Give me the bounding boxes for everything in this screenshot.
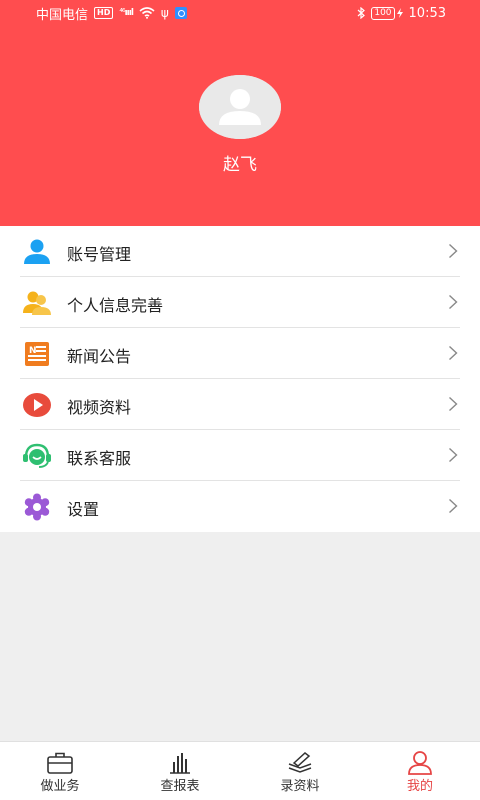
menu-label: 联系客服 [67,449,132,468]
app-notification-icon [174,7,187,19]
tab-record-data[interactable]: 录资料 [240,742,360,800]
user-name: 赵飞 [223,155,257,175]
chevron-right-icon [449,396,458,412]
news-icon: N [25,342,49,366]
profile-header: 赵飞 [0,0,480,226]
settings-gear-icon [24,493,50,521]
tab-label: 录资料 [280,779,320,794]
default-avatar-icon [199,75,281,139]
menu-item-customer-service[interactable]: 联系客服 [0,430,480,481]
menu-item-personal-info[interactable]: 个人信息完善 [0,277,480,328]
menu-label: 账号管理 [67,245,132,264]
menu-item-account[interactable]: 账号管理 [0,226,480,277]
tab-reports[interactable]: 查报表 [120,742,240,800]
tab-business[interactable]: 做业务 [0,742,120,800]
clock: 10:53 [408,5,446,21]
chevron-right-icon [449,498,458,514]
svg-text:N: N [29,346,37,356]
chevron-right-icon [449,294,458,310]
wifi-icon [139,7,155,19]
menu-label: 新闻公告 [67,347,132,366]
app-screen: 赵飞 中国电信 HD ⁴⁶ıııl ψ 100 10:53 账号管理 个人信息完… [0,0,480,800]
chevron-right-icon [449,447,458,463]
document-pen-icon [288,752,312,773]
menu-item-settings[interactable]: 设置 [0,481,480,532]
carrier-name: 中国电信 [36,7,89,23]
usb-icon: ψ [160,6,169,20]
bottom-tab-bar: 做业务 查报表 录资料 我的 [0,741,480,800]
menu-label: 设置 [67,500,100,519]
tab-label: 做业务 [40,779,80,794]
signal-icon: ⁴⁶ıııl [119,8,134,18]
chevron-right-icon [449,243,458,259]
briefcase-icon [47,752,73,774]
avatar[interactable] [199,75,281,139]
profile-icon [408,751,432,775]
menu-label: 个人信息完善 [67,296,164,315]
tab-label: 我的 [406,779,433,794]
signal-bars: ıııl [124,8,134,18]
customer-service-icon [23,443,51,468]
settings-menu: 账号管理 个人信息完善 N 新闻公告 视频资料 联系客服 设置 [0,226,480,532]
tab-mine[interactable]: 我的 [360,742,480,800]
users-icon [23,291,51,315]
hd-badge: HD [94,7,114,19]
tab-label: 查报表 [160,779,200,794]
bluetooth-icon [357,7,366,19]
charging-bolt-icon [396,8,403,18]
video-play-icon [23,393,51,417]
chevron-right-icon [449,345,458,361]
bar-chart-icon [170,753,190,774]
person-icon [24,239,50,264]
battery-level: 100 [371,6,395,20]
menu-item-news[interactable]: N 新闻公告 [0,328,480,379]
status-bar: 中国电信 HD ⁴⁶ıııl ψ 100 10:53 [0,0,480,26]
menu-label: 视频资料 [67,398,132,417]
menu-item-video[interactable]: 视频资料 [0,379,480,430]
battery-icon: 100 [371,6,403,20]
